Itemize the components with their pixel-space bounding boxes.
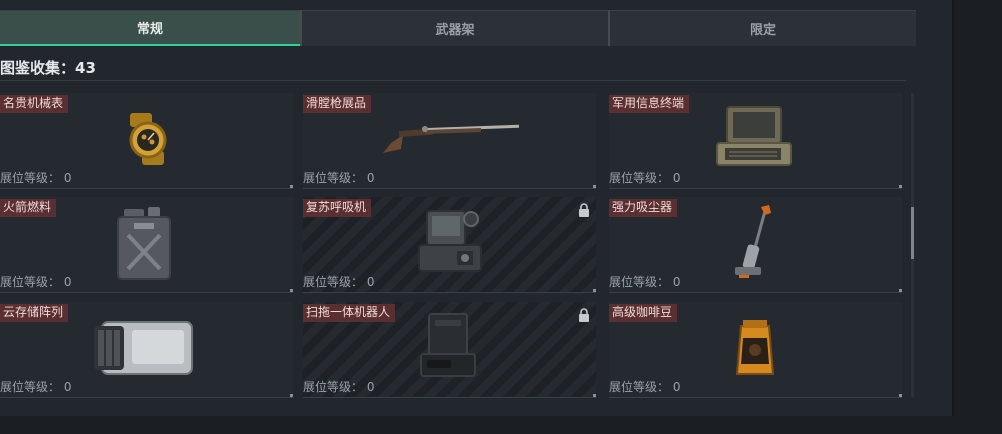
lock-icon <box>579 308 589 322</box>
item-level: 展位等级： 0 <box>609 380 681 394</box>
item-level: 展位等级： 0 <box>303 275 375 289</box>
corner-mark <box>593 394 596 397</box>
item-card[interactable]: 军用信息终端 展位等级： 0 <box>609 93 902 189</box>
ventilator-icon <box>418 210 482 272</box>
item-level: 展位等级： 0 <box>303 380 375 394</box>
lock-icon <box>579 203 589 217</box>
item-card[interactable]: 高级咖啡豆 展位等级： 0 <box>609 302 902 398</box>
item-card[interactable]: 火箭燃料 展位等级： 0 <box>0 197 293 293</box>
tab-limited[interactable]: 限定 <box>608 10 916 46</box>
vacuum-cleaner-icon <box>735 205 771 278</box>
storage-array-icon <box>94 321 193 375</box>
item-card[interactable]: 云存储阵列 展位等级： 0 <box>0 302 293 398</box>
corner-mark <box>290 394 293 397</box>
item-card[interactable]: 复苏呼吸机 展位等级： 0 <box>303 197 596 293</box>
item-level: 展位等级： 0 <box>609 171 681 185</box>
gold-watch-icon <box>129 113 167 165</box>
item-name-tag: 云存储阵列 <box>0 304 69 322</box>
coffee-bag-icon <box>735 320 775 375</box>
corner-mark <box>899 185 902 188</box>
corner-mark <box>899 394 902 397</box>
scrollbar-thumb[interactable] <box>911 207 914 259</box>
item-name-tag: 滑膛枪展品 <box>303 95 372 113</box>
corner-mark <box>593 289 596 292</box>
item-grid: 名贵机械表 展位等级： 0 滑膛枪展品 展位等级： 0 军用信息终端 展位等级：… <box>0 93 906 398</box>
tab-regular[interactable]: 常规 <box>0 10 300 46</box>
corner-mark <box>593 185 596 188</box>
fuel-can-icon <box>117 207 171 280</box>
background-edge-bottom <box>0 416 1002 434</box>
corner-mark <box>290 185 293 188</box>
item-name-tag: 名贵机械表 <box>0 95 69 113</box>
item-name-tag: 复苏呼吸机 <box>303 199 372 217</box>
tab-bar: 常规 武器架 限定 <box>0 10 916 46</box>
mop-robot-icon <box>420 313 476 377</box>
item-level: 展位等级： 0 <box>609 275 681 289</box>
item-level: 展位等级： 0 <box>0 380 72 394</box>
item-card[interactable]: 扫拖一体机器人 展位等级： 0 <box>303 302 596 398</box>
item-card[interactable]: 强力吸尘器 展位等级： 0 <box>609 197 902 293</box>
item-level: 展位等级： 0 <box>0 171 72 185</box>
item-level: 展位等级： 0 <box>303 171 375 185</box>
divider <box>0 80 906 81</box>
military-terminal-icon <box>716 106 792 166</box>
item-name-tag: 强力吸尘器 <box>609 199 678 217</box>
background-edge-right <box>954 0 1002 434</box>
collection-panel: 常规 武器架 限定 图鉴收集：43 名贵机械表 展位等级： 0 滑膛枪展品 展位… <box>0 0 954 416</box>
corner-mark <box>899 289 902 292</box>
item-level: 展位等级： 0 <box>0 275 72 289</box>
item-name-tag: 扫拖一体机器人 <box>303 304 396 322</box>
collection-count: 图鉴收集：43 <box>0 59 96 77</box>
item-card[interactable]: 名贵机械表 展位等级： 0 <box>0 93 293 189</box>
item-name-tag: 军用信息终端 <box>609 95 690 113</box>
item-name-tag: 火箭燃料 <box>0 199 57 217</box>
corner-mark <box>290 289 293 292</box>
item-card[interactable]: 滑膛枪展品 展位等级： 0 <box>303 93 596 189</box>
musket-icon <box>383 124 520 153</box>
item-name-tag: 高级咖啡豆 <box>609 304 678 322</box>
tab-weapon-rack[interactable]: 武器架 <box>300 10 608 46</box>
